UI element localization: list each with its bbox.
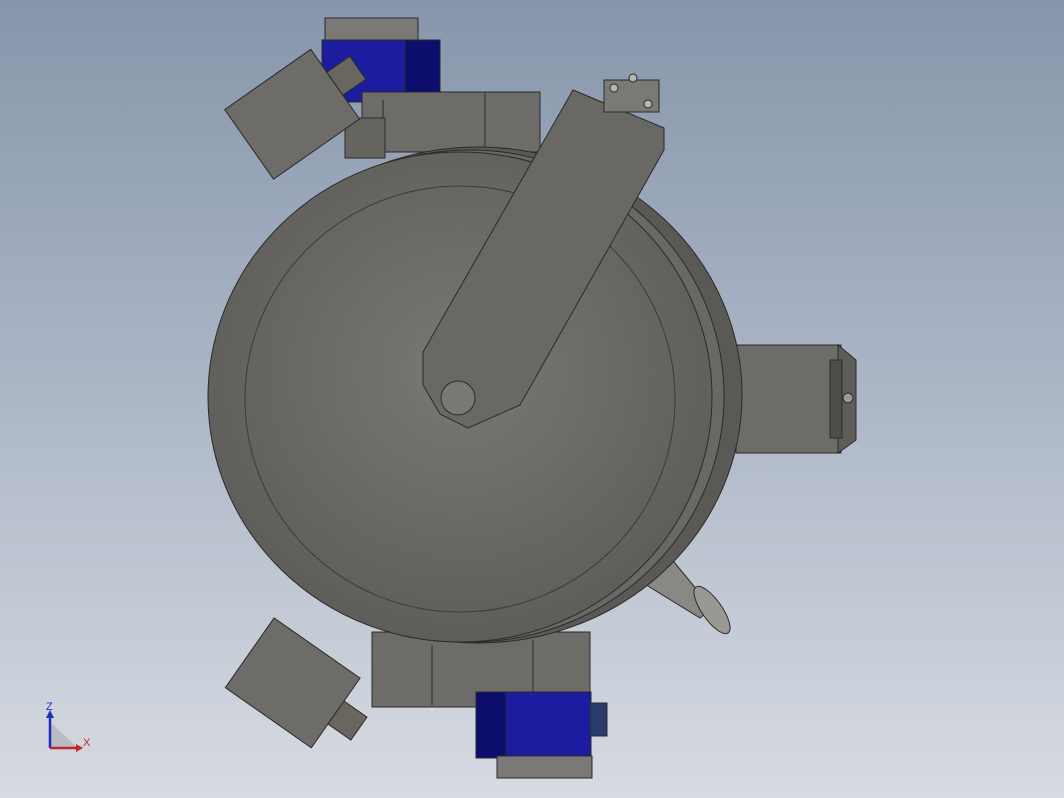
bottom-motor-endcap: [496, 755, 593, 779]
arm-clamp-bolt: [643, 99, 653, 109]
triad-x-arrow: [76, 744, 83, 752]
bottom-motor-connector: [589, 702, 608, 737]
triad-z-label: Z: [46, 701, 53, 713]
right-bolt: [842, 392, 854, 404]
arm-clamp[interactable]: [603, 73, 660, 113]
arm-pivot-hole[interactable]: [440, 380, 476, 416]
arm-clamp-bolt: [609, 83, 619, 93]
top-gearbox: [361, 91, 541, 153]
right-gearbox: [735, 344, 842, 454]
triad-x-label: X: [83, 737, 91, 749]
model-view[interactable]: Z X: [0, 0, 1064, 798]
cad-viewport[interactable]: Z X: [0, 0, 1064, 798]
right-gearbox-slot: [829, 359, 843, 439]
top-drive-assembly[interactable]: [321, 17, 541, 159]
bottom-drive-assembly[interactable]: [371, 631, 608, 779]
lower-left-actuator[interactable]: [224, 617, 383, 764]
triad-plane: [50, 722, 78, 748]
bottom-motor-shade: [475, 691, 507, 759]
arm-clamp-bolt: [628, 73, 638, 83]
orientation-triad: Z X: [46, 701, 91, 752]
